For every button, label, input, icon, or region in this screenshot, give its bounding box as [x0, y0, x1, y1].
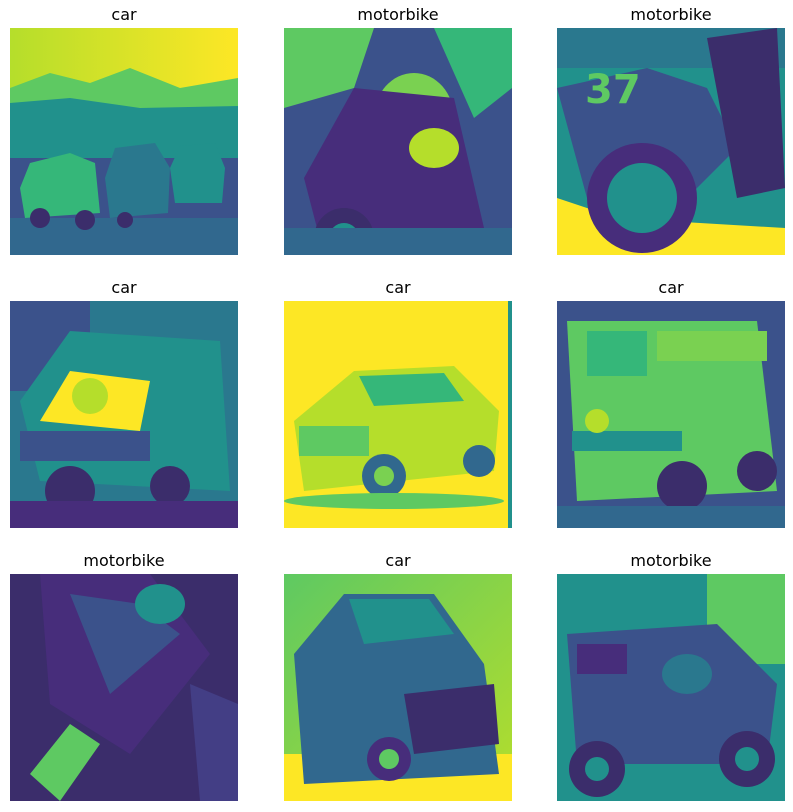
image-title: car — [111, 278, 137, 297]
image-title: car — [111, 5, 137, 24]
image-dark-bike — [10, 574, 238, 801]
image-title: motorbike — [357, 5, 439, 24]
race-number: 37 — [585, 67, 641, 113]
image-title: car — [658, 278, 684, 297]
image-title: motorbike — [83, 551, 165, 570]
image-title: car — [385, 278, 411, 297]
image-flower-car — [10, 301, 238, 528]
image-hatchback — [284, 574, 512, 801]
image-touring-bike — [557, 574, 785, 801]
image-sedan — [284, 301, 512, 528]
image-title: car — [385, 551, 411, 570]
image-three-cars — [10, 28, 238, 255]
image-title: motorbike — [630, 551, 712, 570]
image-race-bike: 37 — [557, 28, 785, 255]
image-title: motorbike — [630, 5, 712, 24]
image-vw-van — [557, 301, 785, 528]
image-rider-closeup — [284, 28, 512, 255]
